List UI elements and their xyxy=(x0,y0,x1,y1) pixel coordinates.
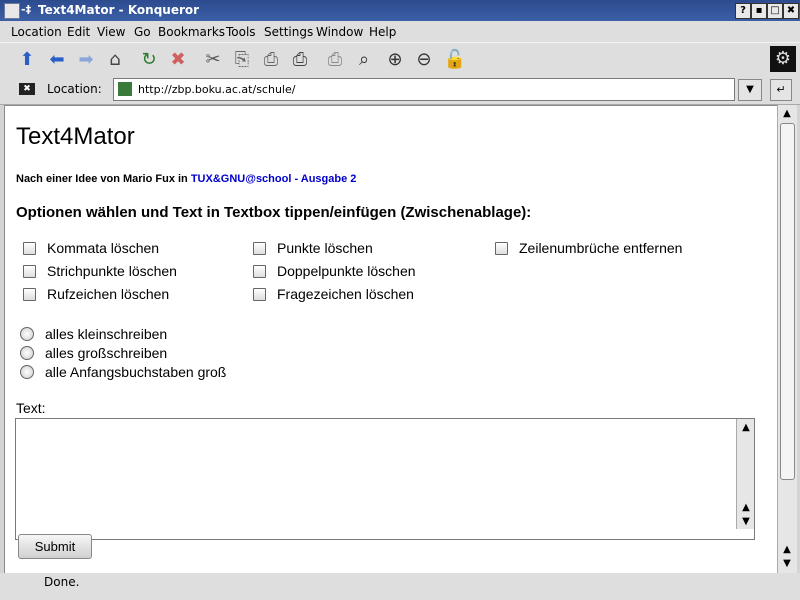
checkbox-label: Punkte löschen xyxy=(277,240,373,256)
status-bar: Done. xyxy=(0,573,800,600)
checkbox-box[interactable] xyxy=(495,241,508,255)
text-area[interactable]: ▲ ▲ ▼ xyxy=(15,418,755,540)
checkbox-fragezeichen[interactable]: Fragezeichen löschen xyxy=(253,286,414,302)
checkbox-box[interactable] xyxy=(253,264,266,278)
radio-label: alles großschreiben xyxy=(45,345,168,361)
status-text: Done. xyxy=(44,575,80,589)
checkbox-strichpunkte[interactable]: Strichpunkte löschen xyxy=(23,263,177,279)
credit-line: Nach einer Idee von Mario Fux in TUX&GNU… xyxy=(16,173,356,185)
checkbox-label: Fragezeichen löschen xyxy=(277,286,414,302)
submit-button[interactable]: Submit xyxy=(18,534,92,559)
up-icon[interactable]: ⬆ xyxy=(14,46,40,72)
zoom-out-icon[interactable]: ⊖ xyxy=(411,46,437,72)
scroll-down-icon[interactable]: ▼ xyxy=(739,515,753,529)
location-label: Location: xyxy=(47,82,102,96)
page-scrollbar[interactable]: ▲ ▲ ▼ xyxy=(777,105,797,573)
location-bar: ✖ Location: ▼ ↵ xyxy=(0,76,800,105)
credit-link[interactable]: TUX&GNU@school - Ausgabe 2 xyxy=(191,173,357,185)
menu-edit[interactable]: Edit xyxy=(67,25,90,39)
menu-window[interactable]: Window xyxy=(316,25,363,39)
scroll-up-icon[interactable]: ▲ xyxy=(780,543,794,557)
textarea-scrollbar[interactable]: ▲ ▲ ▼ xyxy=(736,419,754,529)
radio-label: alles kleinschreiben xyxy=(45,326,168,342)
menubar: Location Edit View Go Bookmarks Tools Se… xyxy=(0,21,800,42)
stop-icon[interactable]: ✖ xyxy=(165,46,191,72)
menu-location[interactable]: Location xyxy=(11,25,62,39)
close-button[interactable]: ✖ xyxy=(783,3,799,19)
checkbox-doppelpunkte[interactable]: Doppelpunkte löschen xyxy=(253,263,416,279)
checkbox-box[interactable] xyxy=(23,241,36,255)
checkbox-label: Strichpunkte löschen xyxy=(47,263,177,279)
checkbox-punkte[interactable]: Punkte löschen xyxy=(253,240,373,256)
paste-icon[interactable]: ⎙ xyxy=(258,46,284,72)
main-toolbar: ⬆ ⬅ ➡ ⌂ ↻ ✖ ✂ ⎘ ⎙ ⎙ ⎙ ⌕ ⊕ ⊖ 🔓 ⚙ xyxy=(0,42,800,78)
maximize-button[interactable]: □ xyxy=(767,3,783,19)
radio-circle[interactable] xyxy=(20,365,34,379)
radio-circle[interactable] xyxy=(20,346,34,360)
clear-location-icon[interactable]: ✖ xyxy=(19,83,35,95)
copy-icon[interactable]: ⎘ xyxy=(229,46,255,72)
checkbox-box[interactable] xyxy=(253,287,266,301)
menu-help[interactable]: Help xyxy=(369,25,396,39)
credit-prefix: Nach einer Idee von Mario Fux in xyxy=(16,173,191,185)
scroll-up-icon[interactable]: ▲ xyxy=(739,421,753,435)
window-title: Text4Mator - Konqueror xyxy=(38,3,200,17)
favicon-icon xyxy=(118,82,132,96)
checkbox-box[interactable] xyxy=(253,241,266,255)
checkbox-label: Doppelpunkte löschen xyxy=(277,263,416,279)
scroll-up-icon[interactable]: ▲ xyxy=(780,107,794,121)
checkbox-box[interactable] xyxy=(23,264,36,278)
reload-icon[interactable]: ↻ xyxy=(136,46,162,72)
checkbox-rufzeichen[interactable]: Rufzeichen löschen xyxy=(23,286,169,302)
pin-icon[interactable]: -‡ xyxy=(21,3,31,16)
checkbox-kommata[interactable]: Kommata löschen xyxy=(23,240,159,256)
konqueror-gear-icon: ⚙ xyxy=(770,46,796,72)
radio-label: alle Anfangsbuchstaben groß xyxy=(45,364,227,380)
find-icon[interactable]: ⌕ xyxy=(351,46,377,72)
help-button[interactable]: ? xyxy=(735,3,751,19)
print-icon[interactable]: ⎙ xyxy=(287,46,313,72)
checkbox-box[interactable] xyxy=(23,287,36,301)
go-button[interactable]: ↵ xyxy=(770,79,792,101)
menu-view[interactable]: View xyxy=(97,25,125,39)
url-history-dropdown[interactable]: ▼ xyxy=(738,79,762,101)
menu-tools[interactable]: Tools xyxy=(226,25,256,39)
minimize-button[interactable]: ▪ xyxy=(751,3,767,19)
print-frame-icon[interactable]: ⎙ xyxy=(322,46,348,72)
forward-icon[interactable]: ➡ xyxy=(73,46,99,72)
menu-go[interactable]: Go xyxy=(134,25,151,39)
url-box[interactable] xyxy=(113,78,735,101)
zoom-in-icon[interactable]: ⊕ xyxy=(382,46,408,72)
scroll-up-icon[interactable]: ▲ xyxy=(739,501,753,515)
checkbox-zeilenumbrueche[interactable]: Zeilenumbrüche entfernen xyxy=(495,240,682,256)
radio-circle[interactable] xyxy=(20,327,34,341)
home-icon[interactable]: ⌂ xyxy=(102,46,128,72)
window-titlebar[interactable]: -‡ Text4Mator - Konqueror ? ▪ □ ✖ xyxy=(0,0,800,21)
checkbox-label: Zeilenumbrüche entfernen xyxy=(519,240,683,256)
radio-kleinschreiben[interactable]: alles kleinschreiben xyxy=(20,326,167,342)
page-heading: Text4Mator xyxy=(16,123,135,150)
url-input[interactable] xyxy=(138,80,728,98)
cut-icon[interactable]: ✂ xyxy=(200,46,226,72)
menu-bookmarks[interactable]: Bookmarks xyxy=(158,25,225,39)
checkbox-label: Kommata löschen xyxy=(47,240,160,256)
scroll-down-icon[interactable]: ▼ xyxy=(780,557,794,571)
security-lock-icon[interactable]: 🔓 xyxy=(442,46,468,72)
scroll-thumb[interactable] xyxy=(780,123,795,480)
text-label: Text: xyxy=(16,400,46,416)
back-icon[interactable]: ⬅ xyxy=(44,46,70,72)
app-icon[interactable] xyxy=(4,3,20,19)
page-view: Text4Mator Nach einer Idee von Mario Fux… xyxy=(4,105,778,575)
radio-grossschreiben[interactable]: alles großschreiben xyxy=(20,345,167,361)
radio-anfangsbuchstaben[interactable]: alle Anfangsbuchstaben groß xyxy=(20,364,226,380)
options-heading: Optionen wählen und Text in Textbox tipp… xyxy=(16,204,532,221)
menu-settings[interactable]: Settings xyxy=(264,25,313,39)
checkbox-label: Rufzeichen löschen xyxy=(47,286,170,302)
